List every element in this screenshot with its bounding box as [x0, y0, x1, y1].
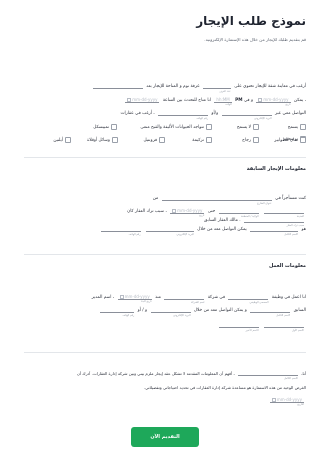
declaration-line-1: أنا، الاسم الكامل ، أفهم أن المعلومات ال… — [76, 371, 306, 380]
calendar-icon — [119, 295, 124, 299]
intro-line-3: التواصل معي عبر البريد الإلكتروني و/أو ر… — [24, 111, 306, 120]
checkbox[interactable] — [206, 137, 212, 143]
first-name-field[interactable]: الاسم الأول — [264, 323, 304, 332]
divider — [24, 254, 306, 255]
checkbox-option[interactable]: وسائل أوقلاة — [71, 137, 118, 143]
checkbox-option[interactable]: تتواجد الحيوانات الأليفة والقبح منعى — [117, 124, 212, 130]
date-field-2[interactable]: mm-dd-yyyy — [125, 97, 160, 103]
checkbox[interactable] — [253, 124, 259, 130]
checkbox-option[interactable]: تركيمة — [165, 137, 212, 143]
employment-line-1: انا اعمل في وظيفة المسمى الوظيفي في شركة… — [91, 294, 306, 304]
email-field[interactable]: البريد الإلكتروني — [221, 111, 272, 120]
state-field[interactable]: الولاية / المنطقة — [218, 209, 259, 218]
rental-line-1: كنت مستأجراً في عنوان الشارع من — [152, 196, 306, 205]
manager-email-field[interactable]: البريد الإلكتروني — [150, 308, 191, 317]
declaration-line-2: الغرض الوحيد من هذه الاستمارة هو مساعدة … — [143, 385, 306, 390]
calendar-icon — [258, 98, 263, 102]
street-address-field[interactable]: عنوان الشارع — [161, 196, 272, 205]
checkbox[interactable] — [300, 124, 306, 130]
rental-line-3: هو الاسم الكامل يمكن التواصل معه من خلال… — [24, 227, 306, 236]
phone-field[interactable]: رقم الهاتف — [158, 111, 209, 120]
move-in-field[interactable] — [92, 84, 143, 89]
divider — [24, 352, 306, 353]
checkbox[interactable] — [159, 137, 165, 143]
declarant-name-field[interactable]: الاسم الكامل — [237, 371, 298, 380]
page-title: نموذج طلب الإيجار — [196, 14, 306, 28]
intro-text: التواصل معي عبر — [274, 111, 306, 116]
employment-line-2: السابق الاسم الكامل و يمكن التواصل معه م… — [24, 308, 306, 317]
intro-text: و في — [243, 98, 254, 103]
intro-text: ، أرغب في عقارات — [120, 111, 155, 116]
checkbox-option[interactable]: لا يسمح — [212, 124, 259, 130]
time-field[interactable]: hh:MM الوقت — [214, 97, 232, 106]
intro-line-1: أرغب في معاينة شقة للإيجار تحتوي على عدد… — [24, 84, 306, 93]
checkbox-option[interactable]: سان الطوابير — [259, 137, 306, 143]
manager-name-field[interactable]: الاسم الكامل — [250, 308, 291, 317]
landlord-email-field[interactable]: البريد الإلكتروني — [145, 227, 194, 236]
landlord-name-field[interactable]: الاسم الكامل — [250, 227, 299, 236]
checkbox[interactable] — [65, 137, 71, 143]
intro-text: أرغب في معاينة شقة للإيجار تحتوي على — [234, 84, 306, 89]
company-field[interactable]: اسم الشركة — [164, 295, 205, 304]
bedrooms-field[interactable]: عدد الغرف — [202, 84, 231, 93]
start-date-field[interactable]: mm-dd-yyyy تاريخ البدء — [117, 294, 152, 303]
intro-line-2: ، يمكن mm-dd-yyyy تاريخ و في PM hh:MM الوق… — [24, 97, 306, 106]
checkbox[interactable] — [111, 124, 117, 130]
section-title-previous-rental: معلومات الإيجار السابقة — [246, 166, 306, 172]
city-field[interactable]: المدينة — [264, 209, 304, 218]
checkbox-row-2: سان الطوابير زجاج تركيمة فرونتيل وسائل أ… — [24, 137, 306, 143]
date-field[interactable]: mm-dd-yyyy تاريخ — [170, 208, 205, 217]
rental-line-2: المدينة الولاية / المنطقة حتى mm-dd-yyyy… — [127, 208, 304, 218]
intro-text: غرفة نوم و المناحة للإيجار بعد — [146, 84, 200, 89]
date-field[interactable]: mm-dd-yyyy تاريخ — [256, 97, 291, 106]
submit-button[interactable]: التقديم الآن — [131, 427, 199, 447]
page-subtitle: قم بتقديم طلبك للإيجار من خلال هذه الإست… — [204, 37, 306, 42]
calendar-icon — [271, 398, 276, 402]
declaration-date-field[interactable]: mm-dd-yyyy التاريخ — [269, 397, 304, 406]
rental-application-form: نموذج طلب الإيجار قم بتقديم طلبك للإيجار… — [10, 0, 320, 463]
checkbox-option[interactable]: زجاج — [212, 137, 259, 143]
manager-phone-field[interactable]: رقم الهاتف — [100, 308, 135, 317]
intro-text: و/أو — [211, 111, 219, 116]
section-title-employment: معلومات العمل — [268, 263, 306, 269]
intro-text: انا متاح للتحدث بين الساعة — [162, 98, 212, 103]
field-caption: البريد الإلكتروني — [254, 117, 272, 120]
employment-line-3: الاسم الأول الاسم الأخير — [24, 323, 306, 332]
field-caption: عدد الغرف — [219, 90, 231, 93]
field-caption: رقم الهاتف — [196, 117, 209, 120]
landlord-phone-field[interactable]: رقم الهاتف — [100, 227, 141, 236]
reason-field[interactable]: سبب ترك العقار — [244, 218, 304, 227]
checkbox-option[interactable]: فرونتيل — [118, 137, 165, 143]
checkbox-option[interactable]: يسمح — [259, 124, 306, 130]
calendar-icon — [127, 98, 132, 102]
field-caption: تاريخ — [285, 103, 291, 106]
checkbox[interactable] — [206, 124, 212, 130]
declaration-line-3: mm-dd-yyyy التاريخ — [24, 397, 306, 406]
ampm-select[interactable]: PM — [235, 98, 242, 103]
job-title-field[interactable]: المسمى الوظيفي — [228, 295, 269, 304]
checkbox-option[interactable]: تمييسكل — [70, 124, 117, 130]
checkbox[interactable] — [253, 137, 259, 143]
checkbox-option[interactable]: أيلنين — [24, 137, 71, 143]
checkbox[interactable] — [112, 137, 118, 143]
intro-text: ، يمكن — [293, 98, 306, 103]
last-name-field[interactable]: الاسم الأخير — [218, 323, 259, 332]
rental-line-2b: سبب ترك العقار . مالك العقار السابق — [204, 218, 304, 227]
calendar-icon — [172, 209, 177, 213]
field-caption: الوقت — [225, 103, 232, 106]
checkbox[interactable] — [300, 137, 306, 143]
divider — [24, 157, 306, 158]
